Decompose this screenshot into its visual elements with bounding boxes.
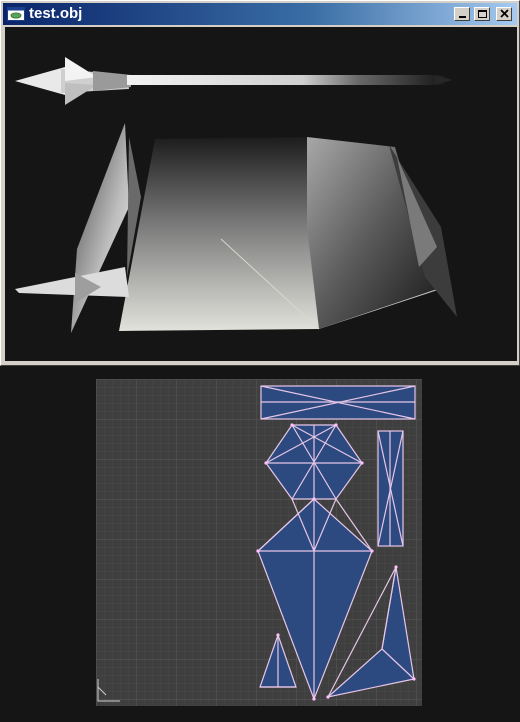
close-icon: [500, 9, 509, 18]
uv-layout: [96, 379, 422, 706]
minimize-button[interactable]: [454, 7, 470, 21]
maximize-button[interactable]: [474, 7, 490, 21]
model-window: test.obj: [0, 0, 520, 366]
3d-viewport[interactable]: [5, 27, 517, 361]
close-button[interactable]: [496, 7, 512, 21]
app-window-icon[interactable]: [7, 6, 25, 22]
window-title: test.obj: [29, 5, 83, 22]
minimize-icon: [459, 16, 466, 18]
uv-editor[interactable]: [96, 379, 422, 706]
title-bar[interactable]: test.obj: [3, 3, 517, 25]
3d-model-render: [15, 57, 457, 333]
maximize-icon: [478, 10, 487, 18]
